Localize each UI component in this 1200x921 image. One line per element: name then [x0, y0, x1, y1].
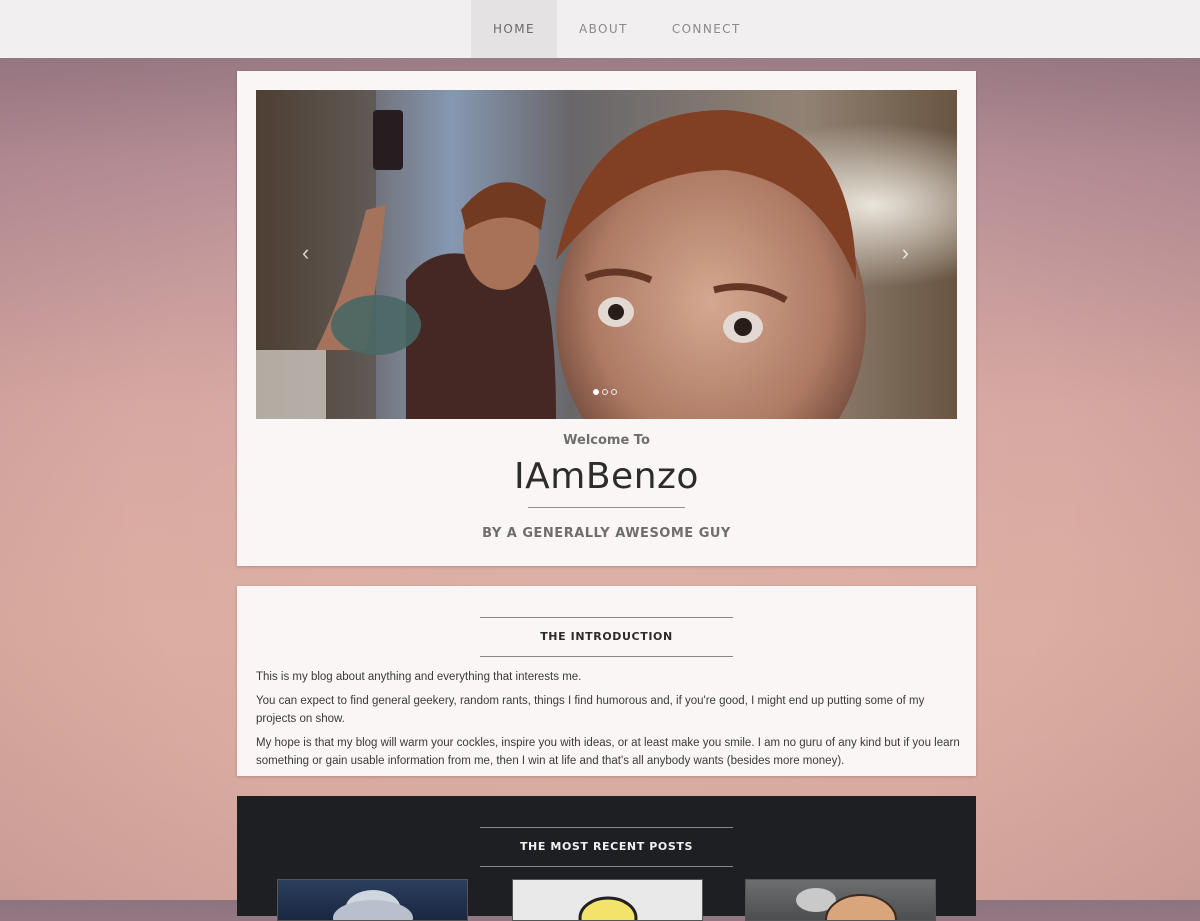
introduction-heading: THE INTRODUCTION [480, 617, 733, 657]
carousel-dot-2[interactable] [602, 389, 608, 395]
carousel-dot-3[interactable] [611, 389, 617, 395]
carousel-prev-arrow[interactable]: ‹ [302, 240, 309, 266]
welcome-text: Welcome To [563, 433, 650, 448]
nav-about[interactable]: ABOUT [557, 0, 650, 58]
recent-posts-section: THE MOST RECENT POSTS [237, 796, 976, 921]
intro-paragraph: This is my blog about anything and every… [256, 671, 582, 683]
post-thumbnail-image [578, 896, 638, 920]
carousel-next-arrow[interactable]: › [902, 240, 909, 266]
site-title: IAmBenzo [514, 456, 699, 497]
introduction-card: THE INTRODUCTION This is my blog about a… [237, 586, 976, 776]
post-thumbnail[interactable] [277, 879, 468, 921]
top-navbar: HOME ABOUT CONNECT [0, 0, 1200, 58]
post-thumbnail-image [796, 888, 897, 920]
introduction-body: This is my blog about anything and every… [256, 668, 961, 776]
hero-card: ‹ › Welcome To IAmBenzo BY A GENERALLY A… [237, 71, 976, 566]
site-tagline: BY A GENERALLY AWESOME GUY [482, 526, 731, 541]
recent-posts-heading: THE MOST RECENT POSTS [480, 827, 733, 867]
carousel-photo [256, 90, 957, 419]
post-thumbnail-image [333, 890, 413, 920]
nav-connect[interactable]: CONNECT [650, 0, 763, 58]
carousel-indicators [593, 389, 617, 395]
title-divider [528, 507, 685, 508]
post-thumbnail[interactable] [512, 879, 703, 921]
image-carousel[interactable]: ‹ › [256, 90, 957, 419]
nav-home[interactable]: HOME [471, 0, 558, 58]
carousel-dot-1[interactable] [593, 389, 599, 395]
intro-paragraph: You can expect to find general geekery, … [256, 695, 925, 725]
main-nav: HOME ABOUT CONNECT [471, 0, 763, 58]
post-thumbnail[interactable] [745, 879, 936, 921]
intro-paragraph: My hope is that my blog will warm your c… [256, 737, 960, 767]
